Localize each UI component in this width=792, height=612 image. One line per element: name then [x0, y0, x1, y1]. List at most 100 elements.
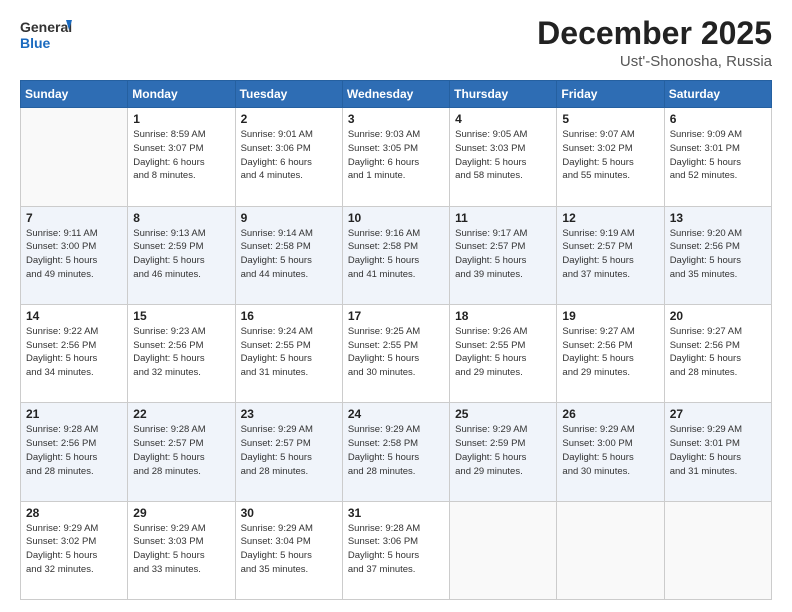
calendar-cell: 23 Sunrise: 9:29 AM Sunset: 2:57 PM Dayli… — [235, 403, 342, 501]
logo-svg: GeneralBlue — [20, 16, 72, 52]
day-number: 24 — [348, 407, 444, 421]
day-number: 31 — [348, 506, 444, 520]
col-header-monday: Monday — [128, 81, 235, 108]
calendar-cell: 28 Sunrise: 9:29 AM Sunset: 3:02 PM Dayli… — [21, 501, 128, 599]
day-info: Sunrise: 9:29 AM Sunset: 2:59 PM Dayligh… — [455, 423, 551, 478]
day-info: Sunrise: 9:05 AM Sunset: 3:03 PM Dayligh… — [455, 128, 551, 183]
day-number: 10 — [348, 211, 444, 225]
day-info: Sunrise: 9:29 AM Sunset: 2:58 PM Dayligh… — [348, 423, 444, 478]
day-number: 12 — [562, 211, 658, 225]
calendar-cell: 19 Sunrise: 9:27 AM Sunset: 2:56 PM Dayli… — [557, 304, 664, 402]
svg-text:Blue: Blue — [20, 35, 51, 51]
day-info: Sunrise: 9:16 AM Sunset: 2:58 PM Dayligh… — [348, 227, 444, 282]
calendar-cell: 21 Sunrise: 9:28 AM Sunset: 2:56 PM Dayli… — [21, 403, 128, 501]
calendar-week-row: 14 Sunrise: 9:22 AM Sunset: 2:56 PM Dayli… — [21, 304, 772, 402]
calendar-cell: 25 Sunrise: 9:29 AM Sunset: 2:59 PM Dayli… — [450, 403, 557, 501]
calendar-cell — [664, 501, 771, 599]
calendar-cell — [450, 501, 557, 599]
day-number: 18 — [455, 309, 551, 323]
day-info: Sunrise: 9:27 AM Sunset: 2:56 PM Dayligh… — [670, 325, 766, 380]
calendar-cell: 4 Sunrise: 9:05 AM Sunset: 3:03 PM Daylig… — [450, 108, 557, 206]
calendar-cell: 24 Sunrise: 9:29 AM Sunset: 2:58 PM Dayli… — [342, 403, 449, 501]
day-number: 1 — [133, 112, 229, 126]
title-block: December 2025 Ust'-Shonosha, Russia — [537, 16, 772, 70]
day-info: Sunrise: 9:25 AM Sunset: 2:55 PM Dayligh… — [348, 325, 444, 380]
calendar-cell — [21, 108, 128, 206]
col-header-saturday: Saturday — [664, 81, 771, 108]
day-info: Sunrise: 9:29 AM Sunset: 3:01 PM Dayligh… — [670, 423, 766, 478]
calendar-cell: 13Sunrise: 9:20 AM Sunset: 2:56 PM Dayli… — [664, 206, 771, 304]
col-header-thursday: Thursday — [450, 81, 557, 108]
day-number: 25 — [455, 407, 551, 421]
day-info: Sunrise: 9:11 AM Sunset: 3:00 PM Dayligh… — [26, 227, 122, 282]
day-number: 19 — [562, 309, 658, 323]
calendar-cell: 26 Sunrise: 9:29 AM Sunset: 3:00 PM Dayli… — [557, 403, 664, 501]
col-header-sunday: Sunday — [21, 81, 128, 108]
calendar-cell: 10 Sunrise: 9:16 AM Sunset: 2:58 PM Dayli… — [342, 206, 449, 304]
calendar-cell: 15Sunrise: 9:23 AM Sunset: 2:56 PM Dayli… — [128, 304, 235, 402]
day-info: Sunrise: 9:28 AM Sunset: 2:57 PM Dayligh… — [133, 423, 229, 478]
day-number: 9 — [241, 211, 337, 225]
calendar-cell: 5Sunrise: 9:07 AM Sunset: 3:02 PM Daylig… — [557, 108, 664, 206]
day-number: 17 — [348, 309, 444, 323]
calendar-cell: 2 Sunrise: 9:01 AM Sunset: 3:06 PM Daylig… — [235, 108, 342, 206]
day-info: Sunrise: 9:20 AM Sunset: 2:56 PM Dayligh… — [670, 227, 766, 282]
day-number: 22 — [133, 407, 229, 421]
day-number: 30 — [241, 506, 337, 520]
calendar-cell: 31 Sunrise: 9:28 AM Sunset: 3:06 PM Dayli… — [342, 501, 449, 599]
title-location: Ust'-Shonosha, Russia — [537, 53, 772, 70]
day-number: 2 — [241, 112, 337, 126]
day-info: Sunrise: 9:23 AM Sunset: 2:56 PM Dayligh… — [133, 325, 229, 380]
day-info: Sunrise: 9:22 AM Sunset: 2:56 PM Dayligh… — [26, 325, 122, 380]
day-number: 3 — [348, 112, 444, 126]
day-info: Sunrise: 9:13 AM Sunset: 2:59 PM Dayligh… — [133, 227, 229, 282]
calendar-week-row: 21 Sunrise: 9:28 AM Sunset: 2:56 PM Dayli… — [21, 403, 772, 501]
day-number: 14 — [26, 309, 122, 323]
calendar-cell: 1Sunrise: 8:59 AM Sunset: 3:07 PM Daylig… — [128, 108, 235, 206]
calendar-header-row: SundayMondayTuesdayWednesdayThursdayFrid… — [21, 81, 772, 108]
day-info: Sunrise: 9:14 AM Sunset: 2:58 PM Dayligh… — [241, 227, 337, 282]
day-info: Sunrise: 9:29 AM Sunset: 3:04 PM Dayligh… — [241, 522, 337, 577]
calendar-cell: 14 Sunrise: 9:22 AM Sunset: 2:56 PM Dayli… — [21, 304, 128, 402]
day-number: 6 — [670, 112, 766, 126]
day-number: 29 — [133, 506, 229, 520]
day-number: 28 — [26, 506, 122, 520]
day-info: Sunrise: 9:29 AM Sunset: 3:02 PM Dayligh… — [26, 522, 122, 577]
calendar-cell: 6 Sunrise: 9:09 AM Sunset: 3:01 PM Daylig… — [664, 108, 771, 206]
day-number: 26 — [562, 407, 658, 421]
day-number: 4 — [455, 112, 551, 126]
svg-text:General: General — [20, 19, 72, 35]
title-month: December 2025 — [537, 16, 772, 51]
calendar-cell: 8Sunrise: 9:13 AM Sunset: 2:59 PM Daylig… — [128, 206, 235, 304]
day-info: Sunrise: 9:27 AM Sunset: 2:56 PM Dayligh… — [562, 325, 658, 380]
day-info: Sunrise: 9:29 AM Sunset: 3:03 PM Dayligh… — [133, 522, 229, 577]
day-number: 21 — [26, 407, 122, 421]
page: GeneralBlue December 2025 Ust'-Shonosha,… — [0, 0, 792, 612]
day-info: Sunrise: 9:28 AM Sunset: 3:06 PM Dayligh… — [348, 522, 444, 577]
day-info: Sunrise: 9:28 AM Sunset: 2:56 PM Dayligh… — [26, 423, 122, 478]
calendar-cell: 27 Sunrise: 9:29 AM Sunset: 3:01 PM Dayli… — [664, 403, 771, 501]
day-info: Sunrise: 9:24 AM Sunset: 2:55 PM Dayligh… — [241, 325, 337, 380]
day-number: 27 — [670, 407, 766, 421]
calendar-table: SundayMondayTuesdayWednesdayThursdayFrid… — [20, 80, 772, 600]
calendar-cell: 29 Sunrise: 9:29 AM Sunset: 3:03 PM Dayli… — [128, 501, 235, 599]
calendar-cell: 16 Sunrise: 9:24 AM Sunset: 2:55 PM Dayli… — [235, 304, 342, 402]
day-info: Sunrise: 9:29 AM Sunset: 3:00 PM Dayligh… — [562, 423, 658, 478]
header: GeneralBlue December 2025 Ust'-Shonosha,… — [20, 16, 772, 70]
calendar-cell: 22 Sunrise: 9:28 AM Sunset: 2:57 PM Dayli… — [128, 403, 235, 501]
day-info: Sunrise: 9:19 AM Sunset: 2:57 PM Dayligh… — [562, 227, 658, 282]
logo: GeneralBlue — [20, 16, 72, 52]
day-number: 20 — [670, 309, 766, 323]
day-number: 23 — [241, 407, 337, 421]
col-header-friday: Friday — [557, 81, 664, 108]
day-number: 16 — [241, 309, 337, 323]
calendar-cell: 30 Sunrise: 9:29 AM Sunset: 3:04 PM Dayli… — [235, 501, 342, 599]
calendar-cell: 20 Sunrise: 9:27 AM Sunset: 2:56 PM Dayli… — [664, 304, 771, 402]
calendar-cell: 3Sunrise: 9:03 AM Sunset: 3:05 PM Daylig… — [342, 108, 449, 206]
day-info: Sunrise: 9:01 AM Sunset: 3:06 PM Dayligh… — [241, 128, 337, 183]
day-info: Sunrise: 9:26 AM Sunset: 2:55 PM Dayligh… — [455, 325, 551, 380]
day-info: Sunrise: 9:09 AM Sunset: 3:01 PM Dayligh… — [670, 128, 766, 183]
day-number: 11 — [455, 211, 551, 225]
day-info: Sunrise: 9:29 AM Sunset: 2:57 PM Dayligh… — [241, 423, 337, 478]
col-header-tuesday: Tuesday — [235, 81, 342, 108]
